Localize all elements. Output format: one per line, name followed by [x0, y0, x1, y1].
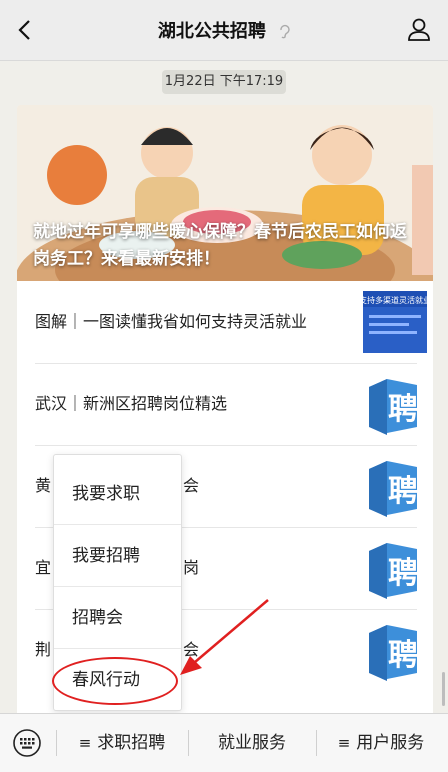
- article-title: 图解｜一图读懂我省如何支持灵活就业: [35, 312, 308, 331]
- submenu-item-recruiting[interactable]: 我要招聘: [54, 525, 181, 587]
- article-title: 武汉｜新洲区招聘岗位精选: [35, 394, 228, 413]
- hero-article[interactable]: 就地过年可享哪些暖心保障？春节后农民工如何返岗务工？来看最新安排！: [17, 105, 433, 281]
- timestamp: 1月22日 下午17:19: [162, 70, 286, 94]
- thumbnail-text: 聘: [388, 474, 418, 509]
- page-title: 湖北公共招聘: [0, 17, 448, 43]
- article-title-fragment: 会: [183, 640, 200, 659]
- menu-tab-label: 用户服务: [356, 733, 425, 753]
- article-thumbnail: 支持多渠道灵活就业: [363, 291, 427, 353]
- scroll-indicator: [442, 672, 445, 706]
- article-thumbnail: 聘: [369, 625, 418, 681]
- bottom-menu-bar: ≡ 求职招聘 就业服务 ≡ 用户服务: [0, 713, 448, 772]
- article-item[interactable]: 武汉｜新洲区招聘岗位精选 聘: [35, 363, 418, 446]
- article-thumbnail: 聘: [369, 461, 418, 517]
- thumbnail-text: 聘: [388, 392, 418, 427]
- article-title: 黄: [35, 476, 52, 495]
- highlight-circle-annotation: [52, 657, 178, 705]
- article-title: 宜: [35, 558, 52, 577]
- thumbnail-text: 支持多渠道灵活就业: [363, 295, 427, 305]
- submenu-item-job-seeking[interactable]: 我要求职: [54, 463, 181, 525]
- menu-lines-icon: ≡: [78, 734, 92, 752]
- submenu-item-job-fair[interactable]: 招聘会: [54, 587, 181, 649]
- ear-icon: [280, 24, 290, 39]
- article-thumbnail: 聘: [369, 379, 418, 435]
- menu-tab-label: 就业服务: [218, 733, 286, 753]
- article-thumbnail: 聘: [369, 543, 418, 599]
- menu-tab-label: 求职招聘: [97, 733, 166, 753]
- article-title-fragment: 岗: [183, 558, 200, 577]
- menu-tab-job-seeking[interactable]: ≡ 求职招聘: [57, 714, 187, 772]
- article-item[interactable]: 图解｜一图读懂我省如何支持灵活就业 支持多渠道灵活就业: [35, 281, 427, 364]
- menu-lines-icon: ≡: [337, 734, 351, 752]
- user-profile-icon[interactable]: [406, 16, 432, 42]
- menu-tab-employment-service[interactable]: 就业服务: [189, 714, 315, 772]
- thumbnail-text: 聘: [388, 638, 418, 673]
- thumbnail-text: 聘: [388, 556, 418, 591]
- menu-tab-user-service[interactable]: ≡ 用户服务: [317, 714, 445, 772]
- article-title-fragment: 会: [183, 476, 200, 495]
- hero-title: 就地过年可享哪些暖心保障？春节后农民工如何返岗务工？来看最新安排！: [33, 222, 407, 269]
- account-name: 湖北公共招聘: [157, 21, 266, 42]
- keyboard-icon[interactable]: [12, 728, 42, 758]
- top-bar: 湖北公共招聘: [0, 0, 448, 61]
- article-title: 荆: [35, 640, 52, 659]
